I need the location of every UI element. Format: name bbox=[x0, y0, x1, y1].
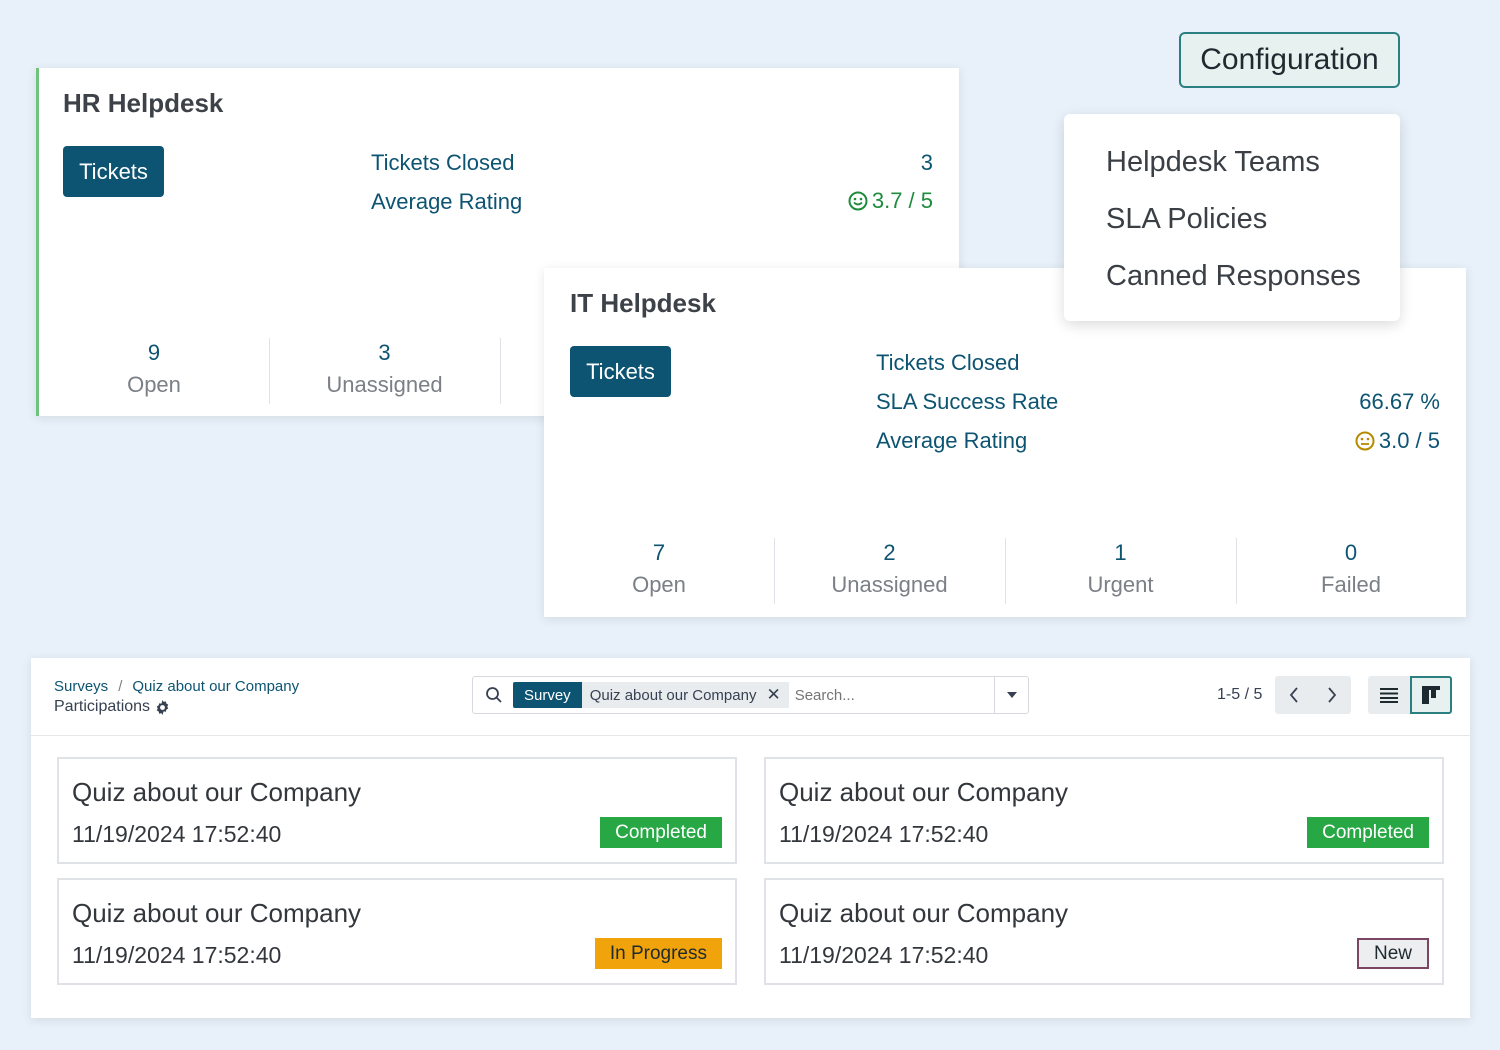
it-kpi-sla-success-label[interactable]: SLA Success Rate bbox=[876, 389, 1058, 415]
search-options-toggle[interactable] bbox=[994, 677, 1028, 713]
breadcrumb-surveys-link[interactable]: Surveys bbox=[54, 678, 108, 695]
chevron-right-icon bbox=[1328, 687, 1337, 703]
hr-stat-unassigned-label: Unassigned bbox=[326, 372, 443, 397]
status-badge: In Progress bbox=[594, 938, 722, 969]
hr-helpdesk-title: HR Helpdesk bbox=[63, 88, 224, 118]
list-icon bbox=[1380, 688, 1398, 703]
hr-kpi-average-rating-label[interactable]: Average Rating bbox=[371, 189, 522, 215]
menu-item-helpdesk-teams[interactable]: Helpdesk Teams bbox=[1064, 142, 1400, 199]
control-panel: Surveys / Quiz about our Company Partici… bbox=[31, 658, 1470, 736]
status-badge: Completed bbox=[600, 817, 722, 848]
it-stat-urgent[interactable]: 1 Urgent bbox=[1005, 540, 1236, 598]
hr-tickets-button[interactable]: Tickets bbox=[63, 146, 164, 197]
hr-kpi-average-rating-number: 3.7 / 5 bbox=[871, 188, 933, 213]
smiley-happy-icon bbox=[848, 191, 868, 211]
it-stat-failed-count: 0 bbox=[1344, 540, 1358, 565]
it-kpi-sla-success-value[interactable]: 66.67 % bbox=[1359, 389, 1440, 415]
participation-card[interactable]: Quiz about our Company 11/19/2024 17:52:… bbox=[764, 878, 1444, 985]
it-stat-open[interactable]: 7 Open bbox=[544, 540, 774, 598]
participation-card[interactable]: Quiz about our Company 11/19/2024 17:52:… bbox=[57, 757, 737, 864]
it-kpi-average-rating-label[interactable]: Average Rating bbox=[876, 428, 1027, 454]
hr-kpi-tickets-closed-value[interactable]: 3 bbox=[921, 150, 933, 176]
page-title: Participations bbox=[54, 698, 170, 716]
search-icon bbox=[486, 687, 502, 703]
hr-stat-open-label: Open bbox=[127, 372, 181, 397]
participation-title: Quiz about our Company bbox=[779, 898, 1069, 928]
kanban-icon bbox=[1422, 686, 1440, 704]
search-input[interactable] bbox=[794, 686, 985, 704]
hr-stat-unassigned-count: 3 bbox=[378, 340, 391, 365]
it-stat-failed-label: Failed bbox=[1321, 572, 1381, 597]
close-icon[interactable]: ✕ bbox=[766, 685, 780, 705]
it-stat-urgent-count: 1 bbox=[1114, 540, 1127, 565]
hr-stat-open[interactable]: 9 Open bbox=[39, 340, 269, 398]
chevron-left-icon bbox=[1289, 687, 1298, 703]
pager-previous-button[interactable] bbox=[1275, 676, 1313, 714]
hr-stat-open-count: 9 bbox=[147, 340, 161, 365]
smiley-neutral-icon bbox=[1355, 431, 1375, 451]
it-kpi-sla-success-number: 66.67 % bbox=[1359, 389, 1440, 414]
it-stat-urgent-label: Urgent bbox=[1087, 572, 1154, 597]
it-tickets-button[interactable]: Tickets bbox=[570, 346, 671, 397]
menu-item-canned-responses[interactable]: Canned Responses bbox=[1064, 256, 1400, 313]
participation-date: 11/19/2024 17:52:40 bbox=[779, 821, 989, 847]
survey-participations-panel: Surveys / Quiz about our Company Partici… bbox=[31, 658, 1470, 1018]
breadcrumb-quiz-link[interactable]: Quiz about our Company bbox=[132, 678, 299, 695]
configuration-dropdown-menu: Helpdesk Teams SLA Policies Canned Respo… bbox=[1064, 114, 1400, 321]
it-stat-failed[interactable]: 0 Failed bbox=[1236, 540, 1466, 598]
search-facet-value: Quiz about our Company ✕ bbox=[581, 682, 789, 708]
participation-date: 11/19/2024 17:52:40 bbox=[72, 942, 282, 968]
participation-title: Quiz about our Company bbox=[779, 777, 1069, 807]
list-view-button[interactable] bbox=[1368, 676, 1410, 714]
pager-value[interactable]: 1-5 / 5 bbox=[1217, 686, 1262, 704]
hr-stat-unassigned[interactable]: 3 Unassigned bbox=[269, 340, 500, 398]
page-title-text: Participations bbox=[54, 698, 151, 715]
breadcrumb: Surveys / Quiz about our Company bbox=[54, 678, 299, 695]
it-kpi-average-rating-value[interactable]: 3.0 / 5 bbox=[1355, 428, 1440, 454]
status-badge: New bbox=[1356, 938, 1429, 969]
participation-card[interactable]: Quiz about our Company 11/19/2024 17:52:… bbox=[764, 757, 1444, 864]
caret-down-icon bbox=[1006, 692, 1017, 698]
configuration-button[interactable]: Configuration bbox=[1179, 32, 1400, 88]
participation-card[interactable]: Quiz about our Company 11/19/2024 17:52:… bbox=[57, 878, 737, 985]
search-facet-value-text: Quiz about our Company bbox=[589, 686, 757, 704]
hr-kpi-tickets-closed-label[interactable]: Tickets Closed bbox=[371, 150, 514, 176]
menu-item-sla-policies[interactable]: SLA Policies bbox=[1064, 199, 1400, 256]
kanban-view-button[interactable] bbox=[1410, 676, 1452, 714]
search-facet-label: Survey bbox=[513, 682, 582, 708]
it-kpi-tickets-closed-label[interactable]: Tickets Closed bbox=[876, 350, 1019, 376]
pager-next-button[interactable] bbox=[1313, 676, 1351, 714]
participation-date: 11/19/2024 17:52:40 bbox=[72, 821, 282, 847]
stat-divider bbox=[500, 338, 501, 404]
gear-icon[interactable] bbox=[155, 699, 170, 715]
search-bar: Survey Quiz about our Company ✕ bbox=[472, 676, 1029, 714]
it-stat-open-label: Open bbox=[632, 572, 686, 597]
it-kpi-average-rating-number: 3.0 / 5 bbox=[1378, 428, 1440, 453]
it-stat-unassigned-count: 2 bbox=[883, 540, 896, 565]
it-stat-open-count: 7 bbox=[652, 540, 666, 565]
hr-kpi-average-rating-value[interactable]: 3.7 / 5 bbox=[848, 188, 933, 214]
participation-title: Quiz about our Company bbox=[72, 777, 362, 807]
breadcrumb-separator: / bbox=[118, 678, 123, 695]
participation-title: Quiz about our Company bbox=[72, 898, 362, 928]
participation-date: 11/19/2024 17:52:40 bbox=[779, 942, 989, 968]
it-stat-unassigned[interactable]: 2 Unassigned bbox=[774, 540, 1005, 598]
it-stat-unassigned-label: Unassigned bbox=[831, 572, 948, 597]
hr-kpi-tickets-closed-number: 3 bbox=[920, 150, 933, 175]
status-badge: Completed bbox=[1307, 817, 1429, 848]
it-helpdesk-title: IT Helpdesk bbox=[570, 288, 716, 318]
